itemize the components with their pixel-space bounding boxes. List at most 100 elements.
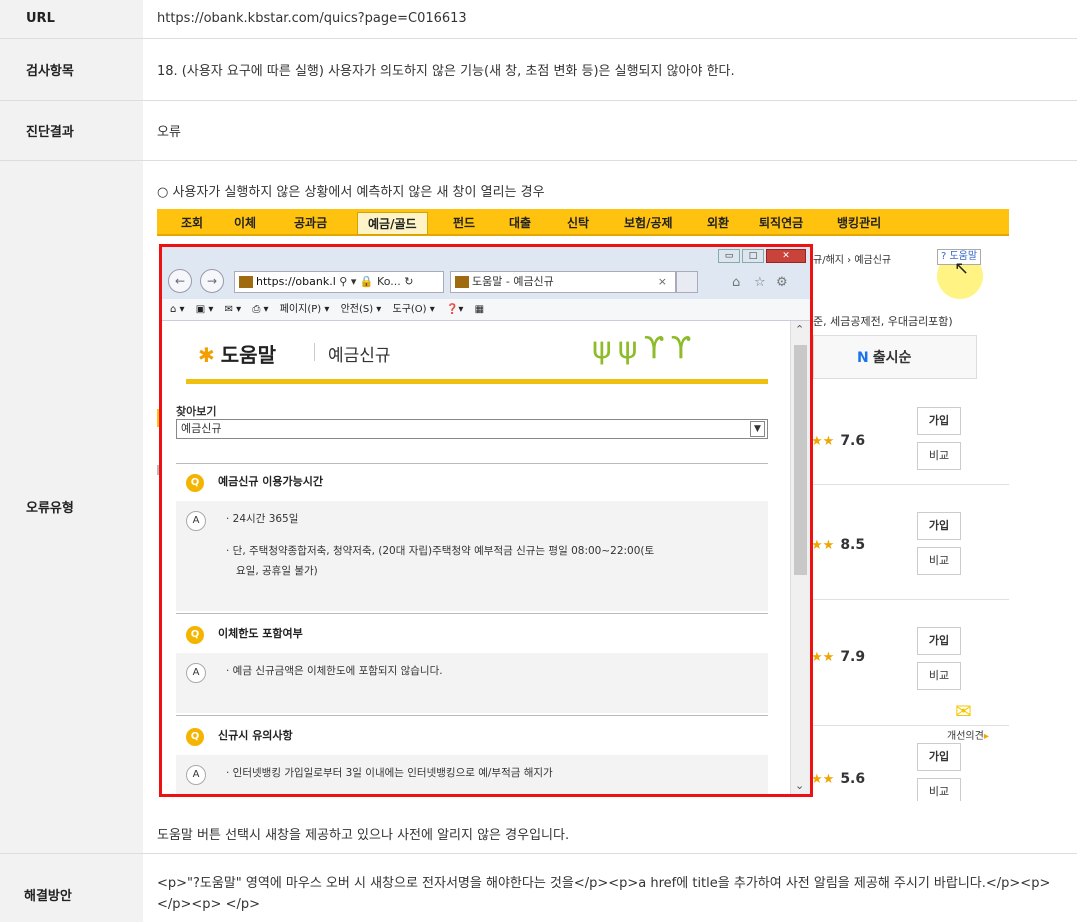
compare-button[interactable]: 비교	[917, 441, 961, 470]
join-button[interactable]: 가입	[917, 406, 961, 435]
help-logo: ✱ 도움말	[198, 339, 276, 368]
divider	[176, 714, 768, 716]
research-icon[interactable]: ▦	[475, 304, 484, 315]
question-row[interactable]: Q 이체한도 포함여부	[186, 625, 303, 644]
nav-item[interactable]: 신탁	[567, 214, 589, 231]
feedback-link[interactable]: 개선의견▸	[947, 727, 989, 742]
product-rating: ★★ 7.9	[811, 648, 866, 665]
browser-address-bar: ← → https://obank.l ⚲ ▾ 🔒 Ko... ↻ 도움말 - …	[162, 265, 810, 299]
label-fix: 해결방안	[0, 853, 143, 922]
nav-item[interactable]: 조회	[181, 214, 203, 231]
breadcrumb: 규/해지 › 예금신규	[813, 254, 892, 266]
divider	[813, 598, 1009, 600]
tab-close-icon[interactable]: ×	[658, 272, 667, 292]
evidence-screenshot: 조회 이체 공과금 예금/골드 펀드 대출 신탁 보험/공제 외환 퇴직연금 뱅…	[157, 208, 1009, 801]
site-nav-bar: 조회 이체 공과금 예금/골드 펀드 대출 신탁 보험/공제 외환 퇴직연금 뱅…	[157, 208, 1009, 236]
feedback-label: 개선의견	[947, 730, 984, 742]
help-header: ✱ 도움말 예금신규 ψψϒϒ	[162, 321, 790, 384]
browser-tab[interactable]: 도움말 - 예금신규 ×	[450, 270, 676, 293]
new-icon: N	[857, 349, 869, 366]
settings-gear-icon[interactable]: ⚙	[776, 275, 788, 290]
new-tab-button[interactable]	[676, 270, 698, 293]
scrollbar-thumb[interactable]	[794, 344, 807, 575]
join-button[interactable]: 가입	[917, 742, 961, 771]
join-button[interactable]: 가입	[917, 511, 961, 540]
type-description: ○ 사용자가 실행하지 않은 상황에서 예측하지 않은 새 창이 열리는 경우	[157, 184, 545, 200]
answer-badge: A	[186, 662, 206, 683]
divider	[176, 462, 768, 464]
header-underline	[186, 378, 768, 384]
product-rating: ★★ 5.6	[811, 770, 866, 787]
answer-line: · 24시간 365일	[226, 512, 299, 525]
chevron-down-icon[interactable]: ▼	[750, 420, 765, 437]
minimize-icon[interactable]: ▭	[718, 248, 740, 263]
find-select[interactable]: 예금신규 ▼	[176, 418, 768, 439]
tab-title: 도움말 - 예금신규	[472, 274, 554, 288]
row-type: 오류유형 ○ 사용자가 실행하지 않은 상황에서 예측하지 않은 새 창이 열리…	[0, 160, 1077, 854]
url-text: https://obank.l	[256, 274, 336, 288]
question-text: 예금신규 이용가능시간	[218, 474, 324, 488]
forward-icon[interactable]: →	[200, 268, 224, 293]
value-type: ○ 사용자가 실행하지 않은 상황에서 예측하지 않은 새 창이 열리는 경우 …	[143, 160, 1077, 854]
row-fix: 해결방안 <p>"?도움말" 영역에 마우스 오버 시 새창으로 전자서명을 해…	[0, 853, 1077, 922]
nav-item[interactable]: 공과금	[294, 214, 327, 231]
nav-item-active[interactable]: 예금/골드	[357, 211, 428, 235]
label-result: 진단결과	[0, 100, 143, 161]
compare-button[interactable]: 비교	[917, 661, 961, 690]
back-icon[interactable]: ←	[168, 268, 192, 293]
site-favicon-icon	[239, 275, 253, 288]
sort-text: 출시순	[872, 349, 912, 366]
kb-logo-icon: ✱	[198, 342, 215, 367]
divider	[813, 483, 1009, 485]
tab-favicon-icon	[455, 275, 469, 288]
help-page-title: 예금신규	[328, 345, 391, 366]
nav-item[interactable]: 펀드	[453, 214, 475, 231]
question-badge: Q	[186, 473, 204, 492]
rss-icon[interactable]: ▣ ▾	[196, 304, 214, 315]
value-item: 18. (사용자 요구에 따른 실행) 사용자가 의도하지 않은 기능(새 창,…	[143, 38, 1077, 101]
cmd-tools[interactable]: 도구(O) ▾	[393, 304, 435, 315]
maximize-icon[interactable]: □	[742, 248, 764, 263]
print-icon[interactable]: ⎙ ▾	[252, 304, 268, 315]
question-row[interactable]: Q 신규시 유의사항	[186, 727, 293, 746]
nav-item[interactable]: 보험/공제	[624, 214, 673, 231]
cmd-page[interactable]: 페이지(P) ▾	[280, 304, 330, 315]
nav-item[interactable]: 이체	[234, 214, 256, 231]
mail-icon[interactable]: ✉ ▾	[225, 304, 242, 315]
answer-badge: A	[186, 764, 206, 785]
divider	[176, 612, 768, 614]
home-icon[interactable]: ⌂ ▾	[170, 304, 185, 315]
scrollbar[interactable]: ⌃ ⌄	[790, 320, 810, 794]
join-button[interactable]: 가입	[917, 626, 961, 655]
home-icon[interactable]: ⌂	[732, 275, 740, 290]
answer-line: · 인터넷뱅킹 가입일로부터 3일 이내에는 인터넷뱅킹으로 예/부적금 해지가	[226, 766, 553, 779]
scroll-up-icon[interactable]: ⌃	[795, 323, 804, 336]
question-text: 이체한도 포함여부	[218, 626, 303, 640]
row-item: 검사항목 18. (사용자 요구에 따른 실행) 사용자가 의도하지 않은 기능…	[0, 38, 1077, 101]
favorites-star-icon[interactable]: ☆	[754, 275, 766, 290]
help-content: ✱ 도움말 예금신규 ψψϒϒ 찾아보기 예금신규 ▼ Q 예금신규 이용가능시간 A	[162, 320, 790, 794]
window-controls: ▭ □ ✕	[716, 247, 806, 263]
logo-text: 도움말	[220, 342, 276, 367]
cmd-safety[interactable]: 안전(S) ▾	[341, 304, 382, 315]
compare-button[interactable]: 비교	[917, 546, 961, 575]
answer-area: A · 인터넷뱅킹 가입일로부터 3일 이내에는 인터넷뱅킹으로 예/부적금 해…	[176, 754, 768, 794]
divider	[813, 724, 1009, 726]
compare-button[interactable]: 비교	[917, 777, 961, 801]
help-icon[interactable]: ❓▾	[446, 304, 463, 315]
mouse-cursor-icon: ↖	[954, 257, 970, 279]
mail-icon[interactable]: ✉	[955, 699, 972, 723]
sort-label[interactable]: N 출시순	[857, 347, 911, 367]
product-rating: ★★ 7.6	[811, 432, 866, 449]
nav-item[interactable]: 퇴직연금	[759, 214, 803, 231]
question-row[interactable]: Q 예금신규 이용가능시간	[186, 473, 323, 492]
nav-item[interactable]: 뱅킹관리	[837, 214, 881, 231]
row-result: 진단결과 오류	[0, 100, 1077, 161]
nav-item[interactable]: 대출	[509, 214, 531, 231]
close-icon[interactable]: ✕	[766, 248, 806, 263]
nav-item[interactable]: 외환	[707, 214, 729, 231]
cert-text: Ko...	[377, 274, 401, 288]
scroll-down-icon[interactable]: ⌄	[795, 779, 804, 792]
rating-value: 5.6	[840, 770, 866, 787]
url-field[interactable]: https://obank.l ⚲ ▾ 🔒 Ko... ↻	[234, 270, 444, 293]
